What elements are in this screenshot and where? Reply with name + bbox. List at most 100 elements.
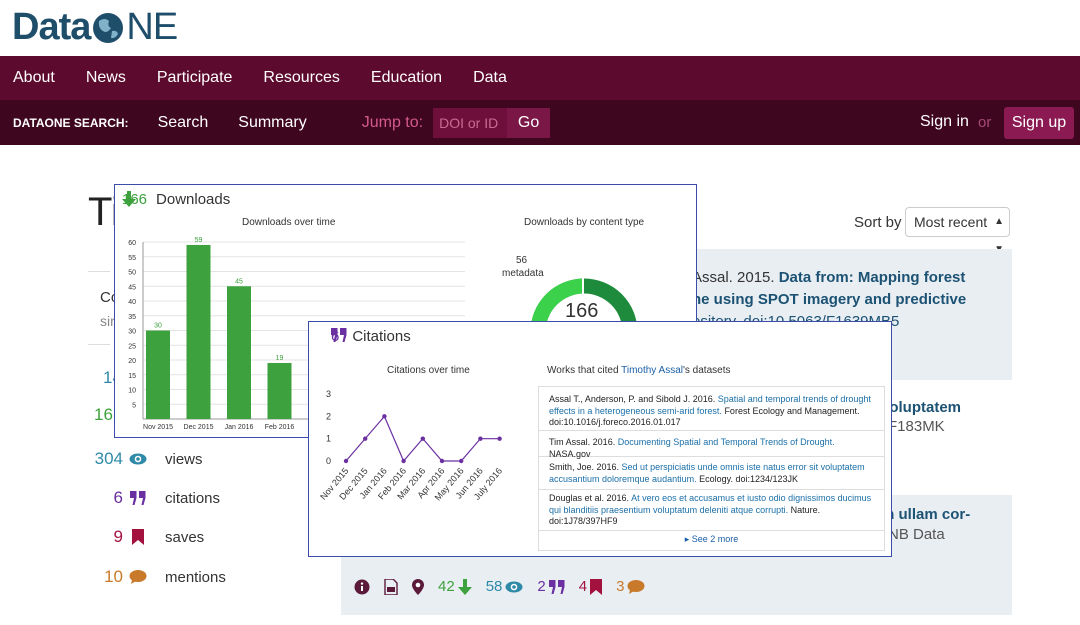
stat-mentions[interactable]: 10 mentions (88, 567, 226, 587)
quote-icon (128, 490, 148, 506)
mentions-label: mentions (165, 568, 226, 586)
downloads-metric[interactable]: 42 (438, 578, 472, 595)
mentions-metric[interactable]: 3 (616, 578, 645, 595)
result-title-link[interactable]: m ullam cor- (881, 506, 970, 523)
divider (88, 271, 110, 272)
result-authors: Assal. 2015. (692, 269, 779, 286)
y-tick-label: 0 (326, 456, 331, 466)
see-more-button[interactable]: ▸ See 2 more (539, 530, 884, 550)
stat-value: 16 (94, 405, 113, 424)
y-tick-label: 25 (128, 343, 136, 350)
downloads-metric-count: 42 (438, 578, 455, 595)
views-label: views (165, 450, 203, 468)
views-metric-count: 58 (485, 578, 503, 595)
bar-value-label: 19 (276, 355, 284, 362)
nav-about[interactable]: About (13, 69, 55, 87)
donut-center-value: 166 (565, 300, 599, 322)
work-source: NASA.gov (549, 448, 591, 459)
y-tick-label: 10 (128, 388, 136, 395)
y-tick-label: 1 (326, 434, 331, 444)
y-tick-label: 35 (128, 314, 136, 321)
y-tick-label: 20 (128, 358, 136, 365)
stat-saves[interactable]: 9 saves (88, 527, 205, 547)
nav-news[interactable]: News (86, 69, 126, 87)
nav-participate[interactable]: Participate (157, 69, 233, 87)
doi-input[interactable]: DOI or ID (433, 107, 508, 138)
donut-label-name: metadata (502, 268, 544, 279)
data-point[interactable] (497, 436, 502, 441)
bookmark-icon (590, 578, 603, 595)
divider (88, 344, 110, 345)
bar[interactable] (227, 286, 251, 419)
y-tick-label: 3 (326, 389, 331, 399)
info-icon[interactable] (354, 579, 370, 595)
y-tick-label: 15 (128, 373, 136, 380)
y-tick-label: 55 (128, 255, 136, 262)
citations-metric-count: 2 (537, 578, 546, 595)
citing-work-item: Tim Assal. 2016. Documenting Spatial and… (539, 437, 884, 459)
citations-count: 6 (113, 488, 123, 507)
data-point[interactable] (478, 436, 483, 441)
dataone-logo[interactable]: Data NE (12, 6, 178, 49)
x-tick-label: Feb 2016 (265, 424, 295, 431)
bar[interactable] (186, 244, 211, 419)
jump-to-label: Jump to: (361, 113, 424, 131)
data-point[interactable] (363, 436, 368, 441)
search-link[interactable]: Search (158, 114, 209, 132)
stat-views[interactable]: 304 views (88, 449, 203, 469)
comment-icon (627, 579, 645, 594)
nav-resources[interactable]: Resources (263, 69, 339, 87)
y-tick-label: 30 (128, 329, 136, 336)
stat-citations[interactable]: 6 citations (88, 488, 221, 508)
citing-work-item: Smith, Joe. 2016. Sed ut perspiciatis un… (539, 462, 884, 490)
result-title-link[interactable]: voluptatem (881, 398, 961, 418)
y-tick-label: 5 (132, 402, 136, 409)
y-tick-label: 45 (128, 284, 136, 291)
nav-education[interactable]: Education (371, 69, 442, 87)
go-button[interactable]: Go (507, 107, 551, 138)
views-metric[interactable]: 58 (486, 578, 524, 595)
data-point[interactable] (420, 436, 425, 441)
data-point[interactable] (459, 458, 464, 464)
document-icon[interactable] (384, 578, 398, 595)
x-tick-label: Dec 2015 (184, 424, 214, 431)
nav-data[interactable]: Data (473, 69, 507, 87)
citations-label: citations (165, 489, 221, 507)
summary-link[interactable]: Summary (238, 114, 306, 132)
citations-metric[interactable]: 2 (537, 578, 565, 595)
data-point[interactable] (401, 458, 406, 464)
saves-metric[interactable]: 4 (578, 578, 603, 595)
location-pin-icon[interactable] (412, 578, 424, 595)
sign-in-link[interactable]: Sign in (920, 113, 969, 131)
bar-value-label: 45 (235, 278, 243, 285)
work-authors: Tim Assal. 2016. (549, 437, 618, 447)
bar[interactable] (146, 330, 170, 420)
caret-right-icon: ▸ (684, 534, 692, 544)
citing-work-item: Douglas et al. 2016. At vero eos et accu… (539, 493, 884, 531)
result-title-link[interactable]: Data from: Mapping forest (779, 269, 966, 286)
sort-select[interactable]: Most recent ▲▼ (905, 207, 1010, 255)
search-nav: DATAONE SEARCH: Search Summary Jump to: … (0, 100, 1080, 145)
work-authors: Smith, Joe. 2016. (549, 462, 622, 472)
or-text: or (978, 114, 992, 131)
bar[interactable] (267, 362, 292, 419)
eye-icon (128, 451, 148, 467)
works-author-link[interactable]: Timothy Assal (621, 365, 683, 376)
result-title-link[interactable]: ne using SPOT imagery and predictive (692, 291, 966, 308)
citing-work-item: Assal T., Anderson, P. and Sibold J. 201… (539, 394, 884, 431)
mentions-metric-count: 3 (616, 578, 625, 595)
work-title-link[interactable]: Documenting Spatial and Temporal Trends … (618, 437, 835, 447)
profile-subtext: sir (100, 313, 115, 329)
saves-count: 9 (113, 527, 123, 546)
sign-up-button[interactable]: Sign up (1004, 107, 1074, 139)
download-icon (457, 578, 472, 595)
result-doi: F183MK (888, 418, 945, 435)
data-point[interactable] (439, 458, 445, 464)
globe-icon (93, 12, 124, 43)
data-point[interactable] (382, 414, 387, 419)
work-source: Ecology. doi:1234/123JK (696, 473, 798, 484)
see-more-label: See 2 more (691, 534, 739, 544)
saves-metric-count: 4 (578, 578, 588, 595)
data-point[interactable] (343, 458, 349, 464)
y-tick-label: 50 (128, 270, 136, 277)
